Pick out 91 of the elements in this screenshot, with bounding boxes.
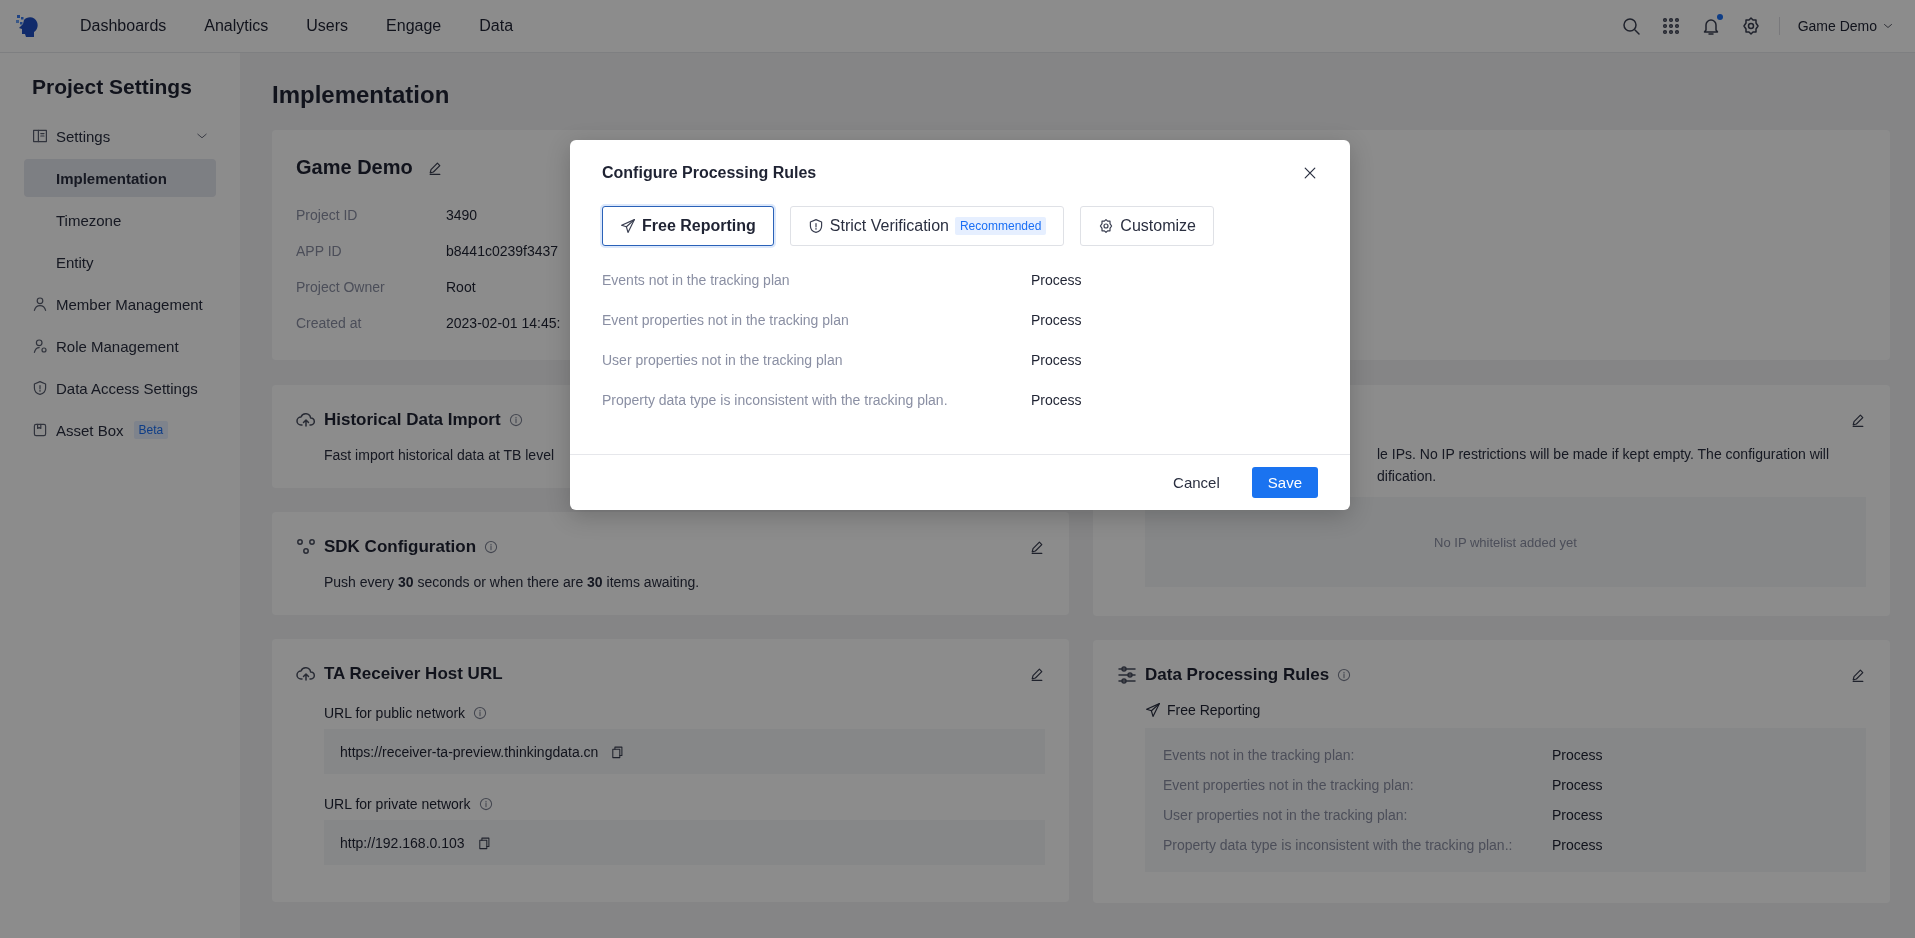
empty-state: No IP whitelist added yet xyxy=(1145,497,1866,587)
option-tab[interactable]: Free Reporting xyxy=(602,206,774,246)
card-title: Data Processing Rules xyxy=(1145,665,1330,685)
nav-tab[interactable]: Dashboards xyxy=(70,11,177,41)
paper-plane-icon xyxy=(620,218,636,234)
close-icon[interactable] xyxy=(1302,165,1318,181)
cloud-upload-icon xyxy=(296,664,316,684)
rule-label: Event properties not in the tracking plan xyxy=(602,312,850,328)
sidebar-item[interactable]: Member Management xyxy=(24,285,216,323)
card-title: Historical Data Import xyxy=(324,410,501,430)
card-title: TA Receiver Host URL xyxy=(324,664,503,684)
sliders-icon xyxy=(1117,665,1137,685)
edit-icon[interactable] xyxy=(1029,666,1045,682)
sidebar-item[interactable]: Entity xyxy=(24,243,216,281)
rule-value: Process xyxy=(1552,837,1603,853)
field-value: Root xyxy=(446,279,476,295)
sidebar-item[interactable]: Role Management xyxy=(24,327,216,365)
rule-label: Property data type is inconsistent with the tracking plan.: xyxy=(1163,837,1514,853)
nav-tab[interactable]: Data xyxy=(469,11,524,41)
info-icon[interactable] xyxy=(1337,668,1352,682)
info-icon[interactable] xyxy=(473,706,488,720)
person-icon xyxy=(32,296,48,312)
card-description: dification. xyxy=(1377,467,1438,486)
sidebar-title: Project Settings xyxy=(32,75,193,99)
url-value: https://receiver-ta-preview.thinkingdata.cn xyxy=(340,743,599,760)
copy-icon[interactable] xyxy=(476,835,491,850)
mode-label: Free Reporting xyxy=(1167,702,1261,718)
option-tab[interactable]: Strict Verification Recommended xyxy=(789,206,1065,246)
rule-value: Process xyxy=(1552,777,1603,793)
url-value: http://192.168.0.103 xyxy=(340,834,465,851)
sidebar-item[interactable]: Timezone xyxy=(24,201,216,239)
rule-value: Process xyxy=(1552,747,1603,763)
option-tab[interactable]: Customize xyxy=(1080,206,1214,246)
rule-label: Event properties not in the tracking plan: xyxy=(1163,777,1415,793)
card-title: SDK Configuration xyxy=(324,537,477,557)
nodes-icon xyxy=(296,537,316,557)
shield-icon xyxy=(32,380,48,396)
project-name: Game Demo xyxy=(296,156,413,179)
sidebar-item[interactable]: Data Access Settings xyxy=(24,369,216,407)
sidebar-item[interactable]: Asset Box Beta xyxy=(24,411,216,449)
sidebar-item[interactable]: Implementation xyxy=(24,159,216,197)
settings-icon[interactable] xyxy=(1740,16,1761,36)
rule-label: Events not in the tracking plan xyxy=(602,272,791,288)
rule-label: Events not in the tracking plan: xyxy=(1163,747,1356,763)
card-description: le IPs. No IP restrictions will be made if kept empty. The configuration will xyxy=(1377,445,1831,464)
rule-value: Process xyxy=(1031,392,1082,408)
field-value: b8441c0239f3437 xyxy=(446,243,559,259)
rule-value: Process xyxy=(1031,352,1082,368)
edit-icon[interactable] xyxy=(1029,539,1045,555)
gear-icon xyxy=(1098,218,1115,234)
sidebar-item[interactable]: Settings xyxy=(24,117,216,155)
nav-tab[interactable]: Engage xyxy=(376,11,452,41)
paper-plane-icon xyxy=(1145,702,1161,718)
field-label: Project ID xyxy=(296,207,359,223)
rule-value: Process xyxy=(1552,807,1603,823)
panel-icon xyxy=(32,128,48,144)
info-icon[interactable] xyxy=(478,797,493,811)
beta-badge: Beta xyxy=(133,421,169,439)
apps-grid-icon[interactable] xyxy=(1660,16,1681,36)
info-icon[interactable] xyxy=(484,540,499,554)
field-label: Project Owner xyxy=(296,279,386,295)
save-button[interactable]: Save xyxy=(1251,467,1318,498)
card-description: Fast import historical data at TB level xyxy=(324,447,556,463)
rule-value: Process xyxy=(1031,272,1082,288)
url-label: URL for private network xyxy=(324,796,471,812)
page-title: Implementation xyxy=(272,81,451,110)
edit-icon[interactable] xyxy=(1850,412,1866,428)
field-value: 2023-02-01 14:45: xyxy=(446,315,561,331)
caret-icon xyxy=(1883,21,1893,31)
field-label: Created at xyxy=(296,315,363,331)
info-icon[interactable] xyxy=(508,413,523,427)
box-icon xyxy=(32,422,48,438)
cloud-upload-icon xyxy=(296,410,316,430)
field-value: 3490 xyxy=(446,207,478,223)
rule-label: Property data type is inconsistent with the tracking plan. xyxy=(602,392,949,408)
rule-label: User properties not in the tracking plan xyxy=(602,352,844,368)
card-description: Push every 30 seconds or when there are 30 items awaiting. xyxy=(324,574,701,590)
rule-value: Process xyxy=(1031,312,1082,328)
person-gear-icon xyxy=(32,338,48,354)
nav-tab[interactable]: Analytics xyxy=(194,11,279,41)
url-label: URL for public network xyxy=(324,705,466,721)
project-switcher[interactable]: Game Demo xyxy=(1793,14,1897,38)
nav-tab[interactable]: Users xyxy=(296,11,359,41)
field-label: APP ID xyxy=(296,243,343,259)
shield-icon xyxy=(807,218,824,234)
search-icon[interactable] xyxy=(1620,16,1641,36)
edit-icon[interactable] xyxy=(1850,667,1866,683)
copy-icon[interactable] xyxy=(610,744,625,759)
rule-label: User properties not in the tracking plan: xyxy=(1163,807,1409,823)
dialog-title: Configure Processing Rules xyxy=(602,164,817,182)
recommended-badge: Recommended xyxy=(954,217,1047,235)
